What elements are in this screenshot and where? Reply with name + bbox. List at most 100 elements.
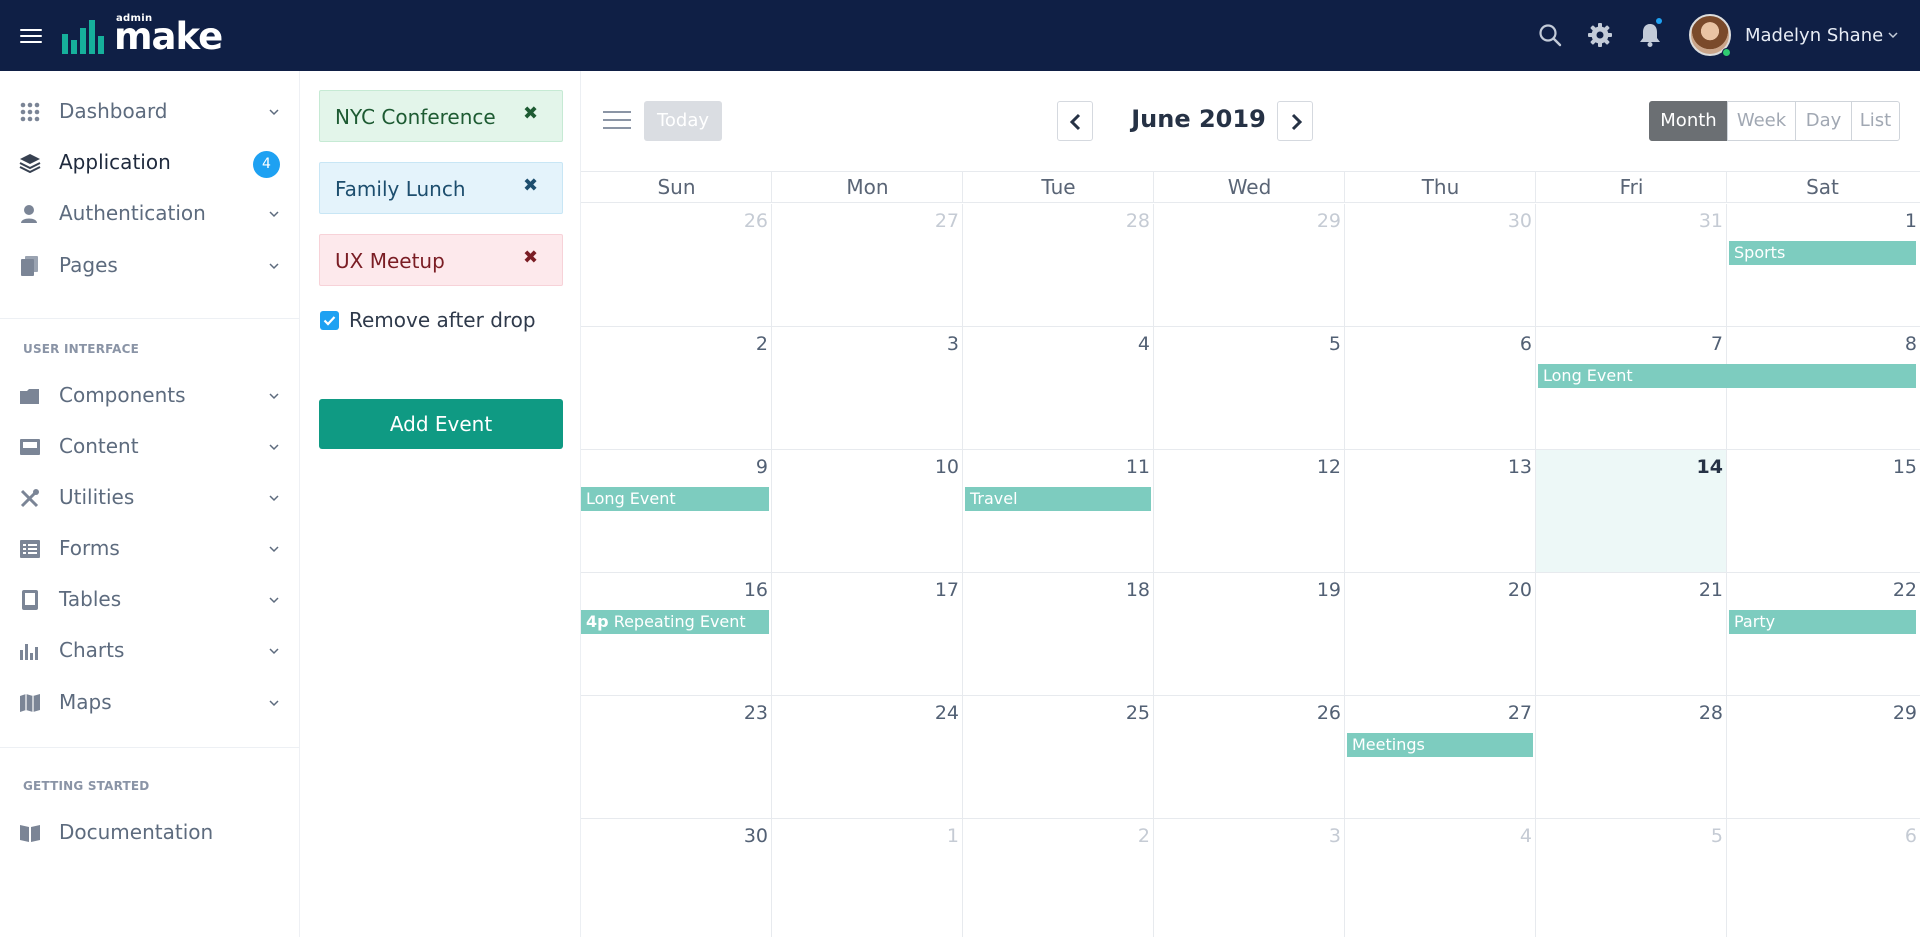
day-cell[interactable]: 18 — [963, 573, 1154, 696]
remove-after-drop-checkbox[interactable] — [320, 311, 339, 330]
calendar-event[interactable]: Travel — [965, 487, 1151, 511]
external-event-ux-meetup[interactable]: UX Meetup ✖ — [319, 234, 563, 286]
calendar-event[interactable]: Long Event — [581, 487, 769, 511]
close-icon[interactable]: ✖ — [523, 247, 538, 268]
day-number[interactable]: 27 — [1508, 702, 1532, 724]
day-number[interactable]: 9 — [756, 456, 768, 478]
search-icon[interactable] — [1537, 22, 1563, 48]
day-cell[interactable]: 4 — [1345, 819, 1536, 937]
day-number[interactable]: 14 — [1697, 456, 1723, 478]
day-number[interactable]: 28 — [1126, 210, 1150, 232]
day-number[interactable]: 19 — [1317, 579, 1341, 601]
day-cell[interactable]: 6 — [1727, 819, 1920, 937]
day-number[interactable]: 18 — [1126, 579, 1150, 601]
sidebar-item-content[interactable]: Content — [0, 425, 300, 469]
day-cell[interactable]: 6 — [1345, 327, 1536, 450]
day-cell[interactable]: 29 — [1154, 204, 1345, 327]
day-number[interactable]: 22 — [1893, 579, 1917, 601]
day-number[interactable]: 11 — [1126, 456, 1150, 478]
calendar-event[interactable]: Meetings — [1347, 733, 1533, 757]
day-cell[interactable]: 30 — [581, 819, 772, 937]
view-week-button[interactable]: Week — [1727, 101, 1796, 141]
day-number[interactable]: 7 — [1711, 333, 1723, 355]
day-number[interactable]: 20 — [1508, 579, 1532, 601]
day-cell[interactable]: 12 — [1154, 450, 1345, 573]
hamburger-icon[interactable] — [603, 111, 631, 131]
day-number[interactable]: 12 — [1317, 456, 1341, 478]
add-event-button[interactable]: Add Event — [319, 399, 563, 449]
calendar-event[interactable]: 4p Repeating Event — [581, 610, 769, 634]
sidebar-item-authentication[interactable]: Authentication — [0, 192, 300, 236]
day-cell[interactable]: 17 — [772, 573, 963, 696]
day-number[interactable]: 30 — [1508, 210, 1532, 232]
day-cell[interactable]: 26 — [581, 204, 772, 327]
day-cell[interactable]: 15 — [1727, 450, 1920, 573]
sidebar-item-pages[interactable]: Pages — [0, 244, 300, 288]
day-number[interactable]: 3 — [947, 333, 959, 355]
day-number[interactable]: 29 — [1893, 702, 1917, 724]
day-cell[interactable]: 3 — [1154, 819, 1345, 937]
day-number[interactable]: 4 — [1520, 825, 1532, 847]
sidebar-item-documentation[interactable]: Documentation — [0, 811, 300, 855]
day-number[interactable]: 3 — [1329, 825, 1341, 847]
day-number[interactable]: 17 — [935, 579, 959, 601]
day-number[interactable]: 30 — [744, 825, 768, 847]
day-number[interactable]: 23 — [744, 702, 768, 724]
day-cell[interactable]: 31 — [1536, 204, 1727, 327]
day-number[interactable]: 10 — [935, 456, 959, 478]
day-cell[interactable]: 2 — [963, 819, 1154, 937]
close-icon[interactable]: ✖ — [523, 103, 538, 124]
day-cell[interactable]: 1 — [772, 819, 963, 937]
day-cell[interactable]: 20 — [1345, 573, 1536, 696]
view-list-button[interactable]: List — [1851, 101, 1900, 141]
menu-toggle-icon[interactable] — [20, 29, 42, 43]
day-number[interactable]: 8 — [1905, 333, 1917, 355]
external-event-family-lunch[interactable]: Family Lunch ✖ — [319, 162, 563, 214]
day-number[interactable]: 26 — [744, 210, 768, 232]
day-cell[interactable]: 24 — [772, 696, 963, 819]
day-number[interactable]: 2 — [756, 333, 768, 355]
day-number[interactable]: 15 — [1893, 456, 1917, 478]
sidebar-item-charts[interactable]: Charts — [0, 629, 300, 673]
calendar-event[interactable]: Party — [1729, 610, 1916, 634]
sidebar-item-application[interactable]: Application 4 — [0, 141, 300, 185]
day-cell[interactable]: 23 — [581, 696, 772, 819]
next-month-button[interactable] — [1277, 101, 1313, 141]
day-number[interactable]: 5 — [1329, 333, 1341, 355]
day-number[interactable]: 5 — [1711, 825, 1723, 847]
day-cell[interactable]: 27 — [1345, 696, 1536, 819]
close-icon[interactable]: ✖ — [523, 175, 538, 196]
sidebar-item-maps[interactable]: Maps — [0, 681, 300, 725]
day-cell[interactable]: 13 — [1345, 450, 1536, 573]
day-cell[interactable]: 1 — [1727, 204, 1920, 327]
day-cell[interactable]: 9 — [581, 450, 772, 573]
day-cell[interactable]: 10 — [772, 450, 963, 573]
day-number[interactable]: 1 — [947, 825, 959, 847]
sidebar-item-utilities[interactable]: Utilities — [0, 476, 300, 520]
day-cell[interactable]: 28 — [963, 204, 1154, 327]
day-cell[interactable]: 7 — [1536, 327, 1727, 450]
day-cell[interactable]: 26 — [1154, 696, 1345, 819]
sidebar-item-tables[interactable]: Tables — [0, 578, 300, 622]
day-number[interactable]: 31 — [1699, 210, 1723, 232]
sidebar-item-dashboard[interactable]: Dashboard — [0, 90, 300, 134]
gear-icon[interactable] — [1587, 22, 1613, 48]
chevron-down-icon[interactable] — [1888, 30, 1898, 40]
external-event-nyc-conference[interactable]: NYC Conference ✖ — [319, 90, 563, 142]
day-cell[interactable]: 14 — [1536, 450, 1727, 573]
day-number[interactable]: 29 — [1317, 210, 1341, 232]
day-number[interactable]: 13 — [1508, 456, 1532, 478]
day-cell[interactable]: 25 — [963, 696, 1154, 819]
day-cell[interactable]: 30 — [1345, 204, 1536, 327]
day-number[interactable]: 21 — [1699, 579, 1723, 601]
calendar-event[interactable]: Long Event — [1538, 364, 1916, 388]
day-cell[interactable]: 2 — [581, 327, 772, 450]
day-cell[interactable]: 16 — [581, 573, 772, 696]
view-month-button[interactable]: Month — [1649, 101, 1728, 141]
day-cell[interactable]: 22 — [1727, 573, 1920, 696]
bell-icon[interactable] — [1637, 22, 1663, 48]
day-number[interactable]: 2 — [1138, 825, 1150, 847]
day-number[interactable]: 25 — [1126, 702, 1150, 724]
day-cell[interactable]: 5 — [1154, 327, 1345, 450]
day-number[interactable]: 27 — [935, 210, 959, 232]
